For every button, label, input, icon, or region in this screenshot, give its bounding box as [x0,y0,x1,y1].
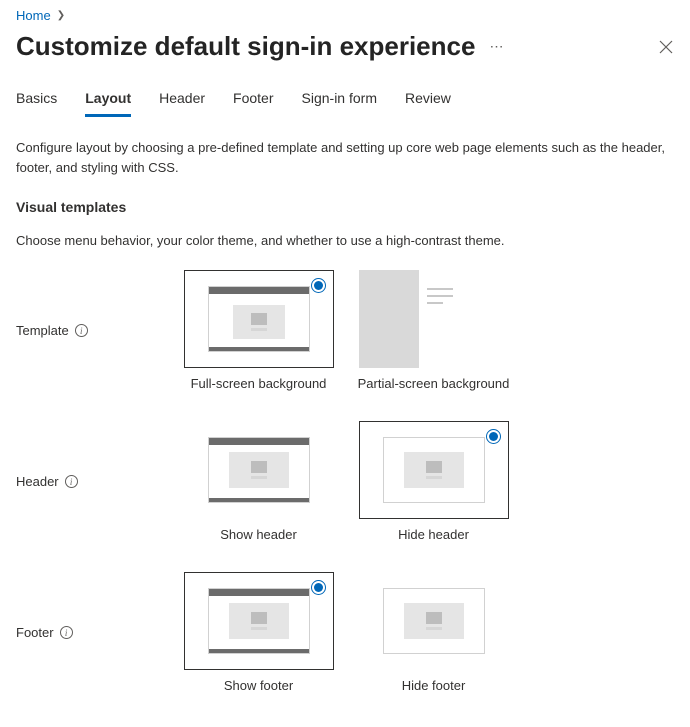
info-icon[interactable]: i [65,475,78,488]
header-label: Header [16,474,59,489]
hide-footer-preview-icon [383,588,485,654]
tab-layout[interactable]: Layout [85,90,131,117]
footer-option-hide-label: Hide footer [402,678,466,693]
partial-screen-preview-icon [359,270,509,368]
layout-description: Configure layout by choosing a pre-defin… [16,138,666,177]
radio-selected-icon [486,429,501,444]
tab-review[interactable]: Review [405,90,451,116]
template-option-partial-screen-label: Partial-screen background [358,376,510,391]
radio-selected-icon [311,278,326,293]
footer-option-hide[interactable] [359,572,509,670]
footer-option-show[interactable] [184,572,334,670]
more-actions-button[interactable]: ⋯ [485,34,508,59]
radio-selected-icon [311,580,326,595]
template-option-full-screen[interactable] [184,270,334,368]
header-option-show-label: Show header [220,527,297,542]
tab-bar: Basics Layout Header Footer Sign-in form… [16,90,674,116]
template-option-partial-screen[interactable] [359,270,509,368]
breadcrumb: Home ❯ [16,8,674,23]
breadcrumb-home-link[interactable]: Home [16,8,51,23]
show-footer-preview-icon [208,588,310,654]
show-header-preview-icon [208,437,310,503]
hide-header-preview-icon [383,437,485,503]
page-title: Customize default sign-in experience [16,31,475,62]
footer-option-show-label: Show footer [224,678,293,693]
visual-templates-heading: Visual templates [16,199,674,215]
tab-header[interactable]: Header [159,90,205,116]
tab-basics[interactable]: Basics [16,90,57,116]
close-icon [658,39,674,55]
close-button[interactable] [658,39,674,55]
info-icon[interactable]: i [60,626,73,639]
tab-footer[interactable]: Footer [233,90,273,116]
footer-label: Footer [16,625,54,640]
header-option-show[interactable] [184,421,334,519]
info-icon[interactable]: i [75,324,88,337]
visual-templates-subtext: Choose menu behavior, your color theme, … [16,233,674,248]
tab-signin-form[interactable]: Sign-in form [302,90,377,116]
full-screen-preview-icon [208,286,310,352]
template-option-full-screen-label: Full-screen background [191,376,327,391]
header-option-hide-label: Hide header [398,527,469,542]
chevron-right-icon: ❯ [57,10,65,21]
header-option-hide[interactable] [359,421,509,519]
template-label: Template [16,323,69,338]
